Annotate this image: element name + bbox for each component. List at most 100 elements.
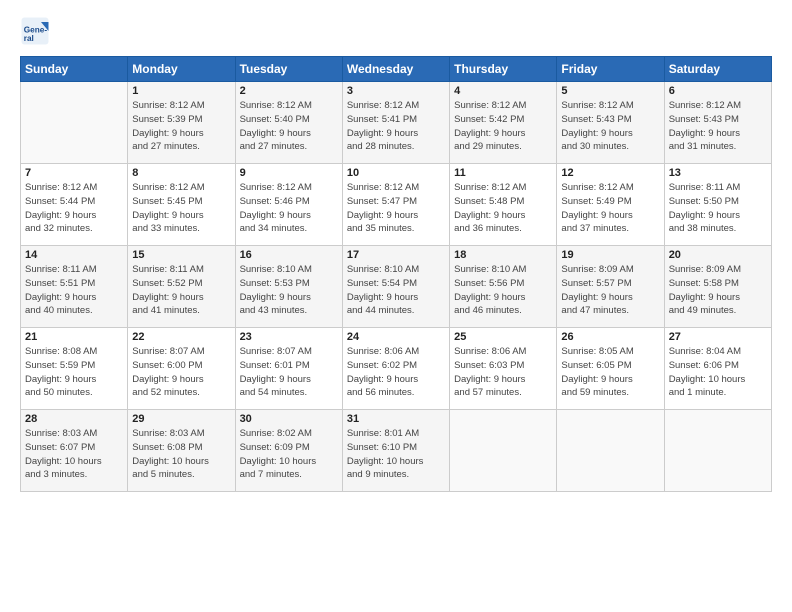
calendar-cell: 18 Sunrise: 8:10 AM Sunset: 5:56 PM Dayli… — [450, 246, 557, 328]
day-number: 26 — [561, 331, 659, 343]
day-number: 29 — [132, 413, 230, 425]
weekday-header: Thursday — [450, 57, 557, 82]
day-number: 19 — [561, 249, 659, 261]
calendar-cell: 24 Sunrise: 8:06 AM Sunset: 6:02 PM Dayli… — [342, 328, 449, 410]
day-number: 6 — [669, 85, 767, 97]
day-number: 18 — [454, 249, 552, 261]
day-info: Sunrise: 8:12 AM Sunset: 5:46 PM Dayligh… — [240, 181, 338, 236]
calendar-cell: 26 Sunrise: 8:05 AM Sunset: 6:05 PM Dayli… — [557, 328, 664, 410]
day-info: Sunrise: 8:09 AM Sunset: 5:58 PM Dayligh… — [669, 263, 767, 318]
day-number: 10 — [347, 167, 445, 179]
calendar-cell: 28 Sunrise: 8:03 AM Sunset: 6:07 PM Dayli… — [21, 410, 128, 492]
day-number: 2 — [240, 85, 338, 97]
day-number: 12 — [561, 167, 659, 179]
day-number: 22 — [132, 331, 230, 343]
weekday-header: Monday — [128, 57, 235, 82]
calendar-header: SundayMondayTuesdayWednesdayThursdayFrid… — [21, 57, 772, 82]
day-info: Sunrise: 8:10 AM Sunset: 5:56 PM Dayligh… — [454, 263, 552, 318]
calendar-cell: 10 Sunrise: 8:12 AM Sunset: 5:47 PM Dayli… — [342, 164, 449, 246]
calendar-body: 1 Sunrise: 8:12 AM Sunset: 5:39 PM Daylig… — [21, 82, 772, 492]
svg-text:ral: ral — [24, 34, 34, 43]
calendar-cell — [450, 410, 557, 492]
day-info: Sunrise: 8:12 AM Sunset: 5:48 PM Dayligh… — [454, 181, 552, 236]
weekday-header: Saturday — [664, 57, 771, 82]
day-info: Sunrise: 8:03 AM Sunset: 6:08 PM Dayligh… — [132, 427, 230, 482]
day-info: Sunrise: 8:04 AM Sunset: 6:06 PM Dayligh… — [669, 345, 767, 400]
calendar-cell: 16 Sunrise: 8:10 AM Sunset: 5:53 PM Dayli… — [235, 246, 342, 328]
calendar-cell: 23Sunrise: 8:07 AM Sunset: 6:01 PM Dayli… — [235, 328, 342, 410]
calendar-cell: 4 Sunrise: 8:12 AM Sunset: 5:42 PM Daylig… — [450, 82, 557, 164]
day-info: Sunrise: 8:12 AM Sunset: 5:40 PM Dayligh… — [240, 99, 338, 154]
calendar-cell: 5 Sunrise: 8:12 AM Sunset: 5:43 PM Daylig… — [557, 82, 664, 164]
day-number: 5 — [561, 85, 659, 97]
day-number: 16 — [240, 249, 338, 261]
logo-icon: Gene- ral — [20, 16, 50, 46]
calendar-cell — [557, 410, 664, 492]
day-info: Sunrise: 8:12 AM Sunset: 5:47 PM Dayligh… — [347, 181, 445, 236]
day-info: Sunrise: 8:07 AM Sunset: 6:00 PM Dayligh… — [132, 345, 230, 400]
weekday-header: Sunday — [21, 57, 128, 82]
calendar-cell: 15 Sunrise: 8:11 AM Sunset: 5:52 PM Dayli… — [128, 246, 235, 328]
weekday-header: Tuesday — [235, 57, 342, 82]
day-number: 28 — [25, 413, 123, 425]
calendar-cell: 3 Sunrise: 8:12 AM Sunset: 5:41 PM Daylig… — [342, 82, 449, 164]
calendar-cell: 14Sunrise: 8:11 AM Sunset: 5:51 PM Dayli… — [21, 246, 128, 328]
day-number: 27 — [669, 331, 767, 343]
weekday-header: Friday — [557, 57, 664, 82]
day-number: 13 — [669, 167, 767, 179]
weekday-header: Wednesday — [342, 57, 449, 82]
logo: Gene- ral — [20, 16, 52, 46]
calendar-cell: 2 Sunrise: 8:12 AM Sunset: 5:40 PM Daylig… — [235, 82, 342, 164]
day-info: Sunrise: 8:08 AM Sunset: 5:59 PM Dayligh… — [25, 345, 123, 400]
calendar-cell — [664, 410, 771, 492]
calendar-page: Gene- ral SundayMondayTuesdayWednesdayTh… — [0, 0, 792, 612]
calendar-cell: 29 Sunrise: 8:03 AM Sunset: 6:08 PM Dayli… — [128, 410, 235, 492]
day-number: 30 — [240, 413, 338, 425]
calendar-cell: 1 Sunrise: 8:12 AM Sunset: 5:39 PM Daylig… — [128, 82, 235, 164]
day-number: 9 — [240, 167, 338, 179]
day-number: 15 — [132, 249, 230, 261]
day-number: 20 — [669, 249, 767, 261]
day-info: Sunrise: 8:12 AM Sunset: 5:43 PM Dayligh… — [561, 99, 659, 154]
day-info: Sunrise: 8:12 AM Sunset: 5:41 PM Dayligh… — [347, 99, 445, 154]
day-info: Sunrise: 8:10 AM Sunset: 5:54 PM Dayligh… — [347, 263, 445, 318]
day-info: Sunrise: 8:12 AM Sunset: 5:43 PM Dayligh… — [669, 99, 767, 154]
day-info: Sunrise: 8:06 AM Sunset: 6:02 PM Dayligh… — [347, 345, 445, 400]
calendar-cell: 25Sunrise: 8:06 AM Sunset: 6:03 PM Dayli… — [450, 328, 557, 410]
day-info: Sunrise: 8:11 AM Sunset: 5:50 PM Dayligh… — [669, 181, 767, 236]
day-info: Sunrise: 8:07 AM Sunset: 6:01 PM Dayligh… — [240, 345, 338, 400]
calendar-cell: 17 Sunrise: 8:10 AM Sunset: 5:54 PM Dayli… — [342, 246, 449, 328]
calendar-cell: 7 Sunrise: 8:12 AM Sunset: 5:44 PM Daylig… — [21, 164, 128, 246]
calendar-cell: 9 Sunrise: 8:12 AM Sunset: 5:46 PM Daylig… — [235, 164, 342, 246]
calendar-cell: 30 Sunrise: 8:02 AM Sunset: 6:09 PM Dayli… — [235, 410, 342, 492]
day-info: Sunrise: 8:03 AM Sunset: 6:07 PM Dayligh… — [25, 427, 123, 482]
day-info: Sunrise: 8:02 AM Sunset: 6:09 PM Dayligh… — [240, 427, 338, 482]
day-number: 17 — [347, 249, 445, 261]
day-info: Sunrise: 8:12 AM Sunset: 5:42 PM Dayligh… — [454, 99, 552, 154]
calendar-cell: 31Sunrise: 8:01 AM Sunset: 6:10 PM Dayli… — [342, 410, 449, 492]
day-info: Sunrise: 8:05 AM Sunset: 6:05 PM Dayligh… — [561, 345, 659, 400]
day-number: 8 — [132, 167, 230, 179]
day-info: Sunrise: 8:12 AM Sunset: 5:49 PM Dayligh… — [561, 181, 659, 236]
day-number: 24 — [347, 331, 445, 343]
day-info: Sunrise: 8:10 AM Sunset: 5:53 PM Dayligh… — [240, 263, 338, 318]
day-info: Sunrise: 8:12 AM Sunset: 5:45 PM Dayligh… — [132, 181, 230, 236]
day-number: 3 — [347, 85, 445, 97]
day-info: Sunrise: 8:11 AM Sunset: 5:52 PM Dayligh… — [132, 263, 230, 318]
calendar-cell: 22 Sunrise: 8:07 AM Sunset: 6:00 PM Dayli… — [128, 328, 235, 410]
day-info: Sunrise: 8:06 AM Sunset: 6:03 PM Dayligh… — [454, 345, 552, 400]
page-header: Gene- ral — [20, 16, 772, 46]
day-number: 14 — [25, 249, 123, 261]
day-info: Sunrise: 8:12 AM Sunset: 5:39 PM Dayligh… — [132, 99, 230, 154]
calendar-cell: 11Sunrise: 8:12 AM Sunset: 5:48 PM Dayli… — [450, 164, 557, 246]
calendar-cell — [21, 82, 128, 164]
calendar-cell: 13 Sunrise: 8:11 AM Sunset: 5:50 PM Dayli… — [664, 164, 771, 246]
calendar-cell: 20 Sunrise: 8:09 AM Sunset: 5:58 PM Dayli… — [664, 246, 771, 328]
day-number: 1 — [132, 85, 230, 97]
calendar-table: SundayMondayTuesdayWednesdayThursdayFrid… — [20, 56, 772, 492]
day-info: Sunrise: 8:12 AM Sunset: 5:44 PM Dayligh… — [25, 181, 123, 236]
calendar-cell: 6 Sunrise: 8:12 AM Sunset: 5:43 PM Daylig… — [664, 82, 771, 164]
day-number: 4 — [454, 85, 552, 97]
day-info: Sunrise: 8:01 AM Sunset: 6:10 PM Dayligh… — [347, 427, 445, 482]
day-number: 7 — [25, 167, 123, 179]
